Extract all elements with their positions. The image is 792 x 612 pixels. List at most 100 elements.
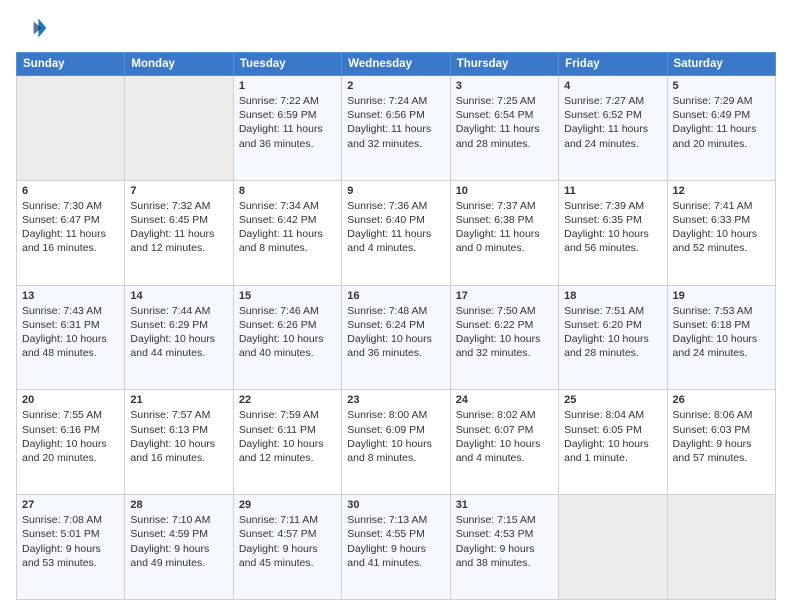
day-info-line: Sunset: 6:22 PM <box>456 318 553 332</box>
calendar-cell: 3Sunrise: 7:25 AMSunset: 6:54 PMDaylight… <box>450 76 558 181</box>
day-info-line: Sunset: 6:33 PM <box>673 213 770 227</box>
day-number: 4 <box>564 80 661 92</box>
day-info-line: Daylight: 10 hours <box>564 227 661 241</box>
calendar-week-3: 13 Sunrise: 7:43 AMSunset: 6:31 PM Dayligh… <box>17 285 776 390</box>
day-info-line: Sunset: 6:42 PM <box>239 213 336 227</box>
calendar-cell: 28Sunrise: 7:10 AMSunset: 4:59 PMDayligh… <box>125 495 233 600</box>
day-number: 11 <box>564 185 661 197</box>
day-info-line: Sunrise: 7:25 AM <box>456 94 553 108</box>
day-info-line: Sunset: 4:57 PM <box>239 527 336 541</box>
calendar-week-4: 20Sunrise: 7:55 AMSunset: 6:16 PMDayligh… <box>17 390 776 495</box>
day-number: 9 <box>347 185 444 197</box>
calendar-cell: 10Sunrise: 7:37 AMSunset: 6:38 PMDayligh… <box>450 180 558 285</box>
day-info-line: Daylight: 9 hours <box>130 542 227 556</box>
day-info-line: and 16 minutes. <box>22 241 119 255</box>
day-info-line: Sunset: 6:05 PM <box>564 423 661 437</box>
day-number: 15 <box>239 290 336 302</box>
day-info-line: and 48 minutes. <box>22 346 119 360</box>
day-info-line: Sunrise: 7:15 AM <box>456 513 553 527</box>
day-info-line: Sunset: 6:52 PM <box>564 108 661 122</box>
day-info-line: and 20 minutes. <box>673 137 770 151</box>
day-info-line: Sunset: 6:40 PM <box>347 213 444 227</box>
calendar-cell: 22Sunrise: 7:59 AMSunset: 6:11 PMDayligh… <box>233 390 341 495</box>
day-info-line: Sunset: 6:35 PM <box>564 213 661 227</box>
weekday-header-friday: Friday <box>559 53 667 76</box>
calendar-week-5: 27Sunrise: 7:08 AMSunset: 5:01 PMDayligh… <box>17 495 776 600</box>
day-info-line: Sunset: 6:54 PM <box>456 108 553 122</box>
day-info-line: Daylight: 10 hours <box>130 437 227 451</box>
day-info-line: Daylight: 10 hours <box>673 227 770 241</box>
logo <box>16 12 52 44</box>
day-number: 14 <box>130 290 227 302</box>
day-info-line: Sunrise: 7:51 AM <box>564 304 661 318</box>
day-info-line: and 49 minutes. <box>130 556 227 570</box>
day-info-line: and 1 minute. <box>564 451 661 465</box>
weekday-header-wednesday: Wednesday <box>342 53 450 76</box>
day-info-line: and 41 minutes. <box>347 556 444 570</box>
day-info-line: Sunrise: 7:10 AM <box>130 513 227 527</box>
calendar-cell: 18Sunrise: 7:51 AMSunset: 6:20 PMDayligh… <box>559 285 667 390</box>
calendar-cell: 5Sunrise: 7:29 AMSunset: 6:49 PMDaylight… <box>667 76 775 181</box>
day-info-line: Sunrise: 7:11 AM <box>239 513 336 527</box>
day-info-line: Daylight: 10 hours <box>456 332 553 346</box>
day-info-line: Sunset: 6:07 PM <box>456 423 553 437</box>
day-number: 16 <box>347 290 444 302</box>
day-info-line: Sunrise: 7:36 AM <box>347 199 444 213</box>
day-number: 25 <box>564 394 661 406</box>
day-info-line: and 8 minutes. <box>239 241 336 255</box>
day-number: 19 <box>673 290 770 302</box>
day-info-line: and 32 minutes. <box>456 346 553 360</box>
day-info-line: Daylight: 10 hours <box>564 332 661 346</box>
day-info-line: Daylight: 9 hours <box>22 542 119 556</box>
day-info-line: Daylight: 9 hours <box>347 542 444 556</box>
day-number: 18 <box>564 290 661 302</box>
day-number: 1 <box>239 80 336 92</box>
day-info-line: Sunrise: 8:02 AM <box>456 408 553 422</box>
day-info-line: Sunset: 6:16 PM <box>22 423 119 437</box>
day-info-line: and 16 minutes. <box>130 451 227 465</box>
day-number: 13 <box>22 290 119 302</box>
day-info-line: Sunrise: 7:22 AM <box>239 94 336 108</box>
day-number: 2 <box>347 80 444 92</box>
day-info-line: Sunset: 5:01 PM <box>22 527 119 541</box>
day-info-line: Sunrise: 7:55 AM <box>22 408 119 422</box>
day-info-line: Daylight: 11 hours <box>130 227 227 241</box>
day-info-line: Sunset: 6:31 PM <box>22 318 119 332</box>
day-number: 5 <box>673 80 770 92</box>
day-info-line: Daylight: 11 hours <box>564 122 661 136</box>
calendar-cell: 19Sunrise: 7:53 AMSunset: 6:18 PMDayligh… <box>667 285 775 390</box>
calendar-cell: 1Sunrise: 7:22 AMSunset: 6:59 PMDaylight… <box>233 76 341 181</box>
day-number: 6 <box>22 185 119 197</box>
day-info-line: Sunrise: 7:48 AM <box>347 304 444 318</box>
day-info-line: Daylight: 11 hours <box>22 227 119 241</box>
day-info-line: and 4 minutes. <box>347 241 444 255</box>
day-info-line: Daylight: 11 hours <box>239 122 336 136</box>
day-info-line: Sunset: 6:13 PM <box>130 423 227 437</box>
day-number: 3 <box>456 80 553 92</box>
day-info-line: Sunset: 6:45 PM <box>130 213 227 227</box>
day-info-line: Sunset: 6:03 PM <box>673 423 770 437</box>
day-info-line: Sunrise: 8:06 AM <box>673 408 770 422</box>
calendar-cell: 17Sunrise: 7:50 AMSunset: 6:22 PMDayligh… <box>450 285 558 390</box>
day-info-line: Sunrise: 7:37 AM <box>456 199 553 213</box>
calendar-cell: 4Sunrise: 7:27 AMSunset: 6:52 PMDaylight… <box>559 76 667 181</box>
weekday-header-sunday: Sunday <box>17 53 125 76</box>
day-number: 12 <box>673 185 770 197</box>
day-info-line: Daylight: 9 hours <box>239 542 336 556</box>
calendar-cell: 24Sunrise: 8:02 AMSunset: 6:07 PMDayligh… <box>450 390 558 495</box>
day-info-line: Sunset: 6:56 PM <box>347 108 444 122</box>
day-info-line: Sunset: 4:59 PM <box>130 527 227 541</box>
day-number: 7 <box>130 185 227 197</box>
day-info-line: Sunrise: 7:43 AM <box>22 304 119 318</box>
day-info-line: and 12 minutes. <box>130 241 227 255</box>
day-info-line: and 32 minutes. <box>347 137 444 151</box>
day-info-line: Sunset: 6:49 PM <box>673 108 770 122</box>
day-info-line: Sunrise: 7:57 AM <box>130 408 227 422</box>
calendar-cell <box>667 495 775 600</box>
day-info-line: and 53 minutes. <box>22 556 119 570</box>
day-info-line: Daylight: 10 hours <box>456 437 553 451</box>
day-info-line: and 12 minutes. <box>239 451 336 465</box>
calendar-cell <box>17 76 125 181</box>
day-info-line: Daylight: 10 hours <box>22 437 119 451</box>
day-info-line: Sunrise: 7:24 AM <box>347 94 444 108</box>
